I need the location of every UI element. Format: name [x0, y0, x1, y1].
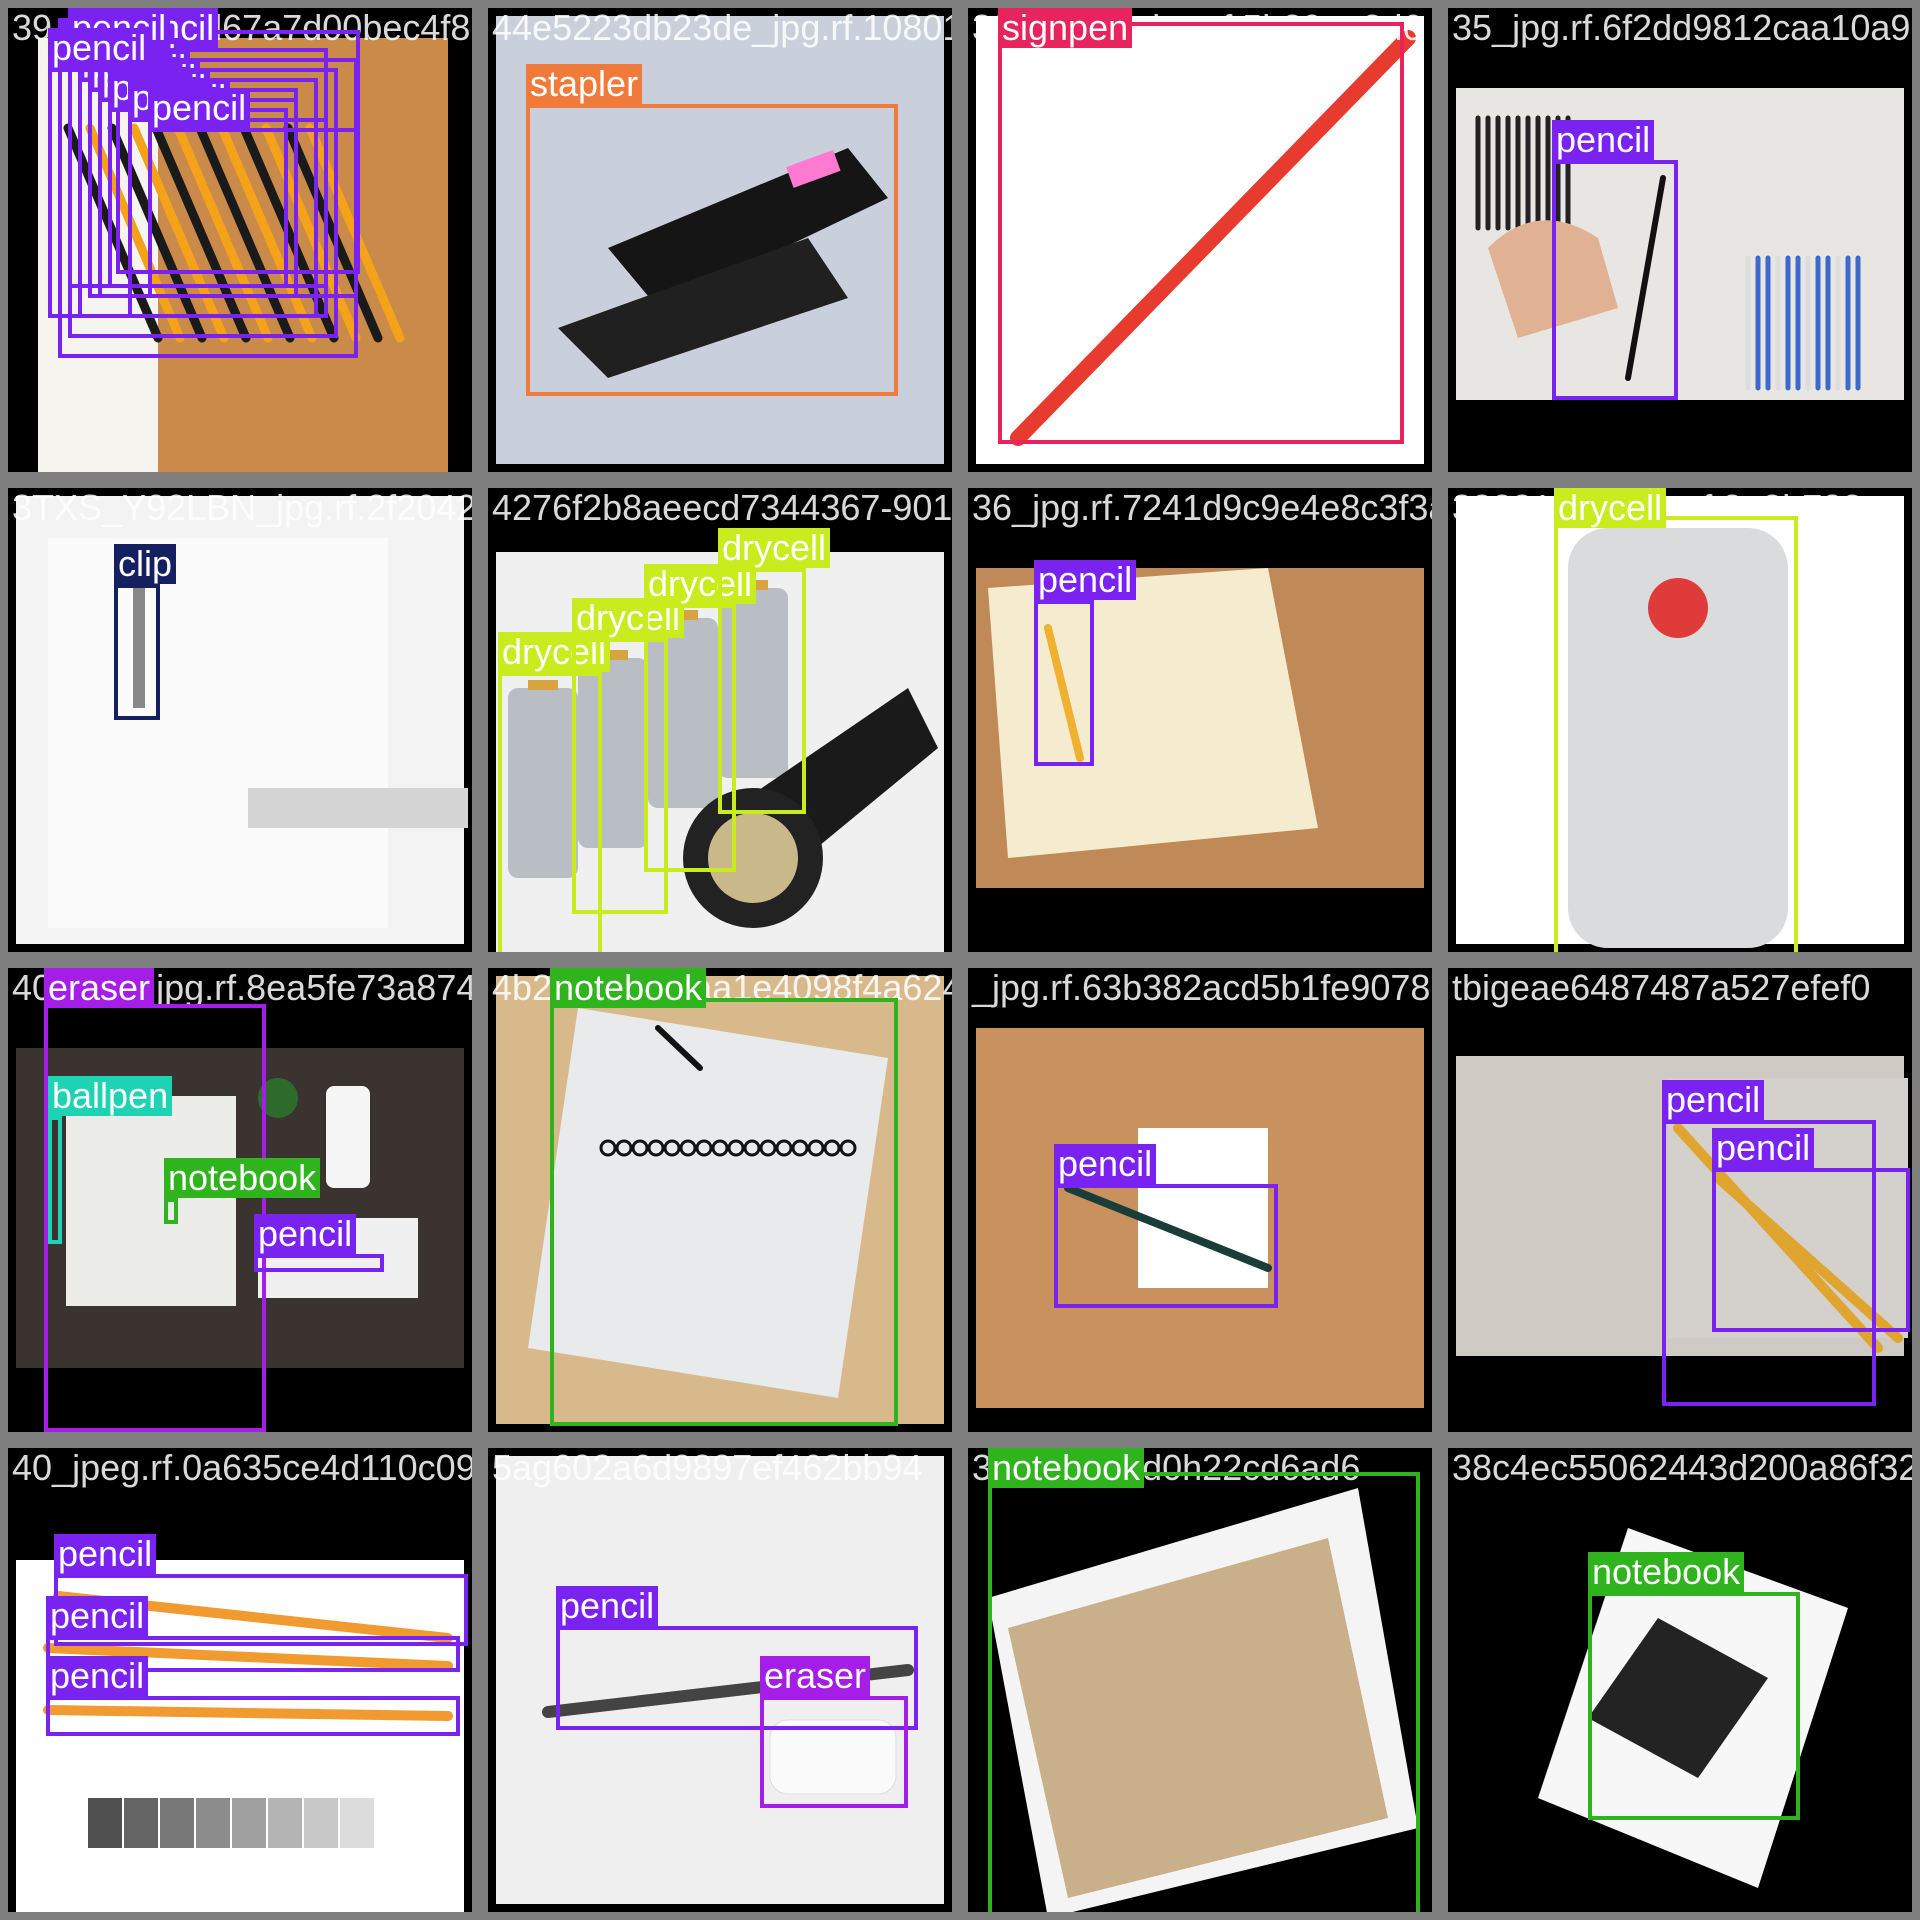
mosaic-tile: 3TXS_Y92LBN_jpg.rf.2f2042 clip: [8, 488, 472, 952]
mosaic-tile: 5ag602a6d9897ef462bb94 pencil eraser: [488, 1448, 952, 1912]
pencil-bounding-box: [1054, 1184, 1278, 1308]
signpen-class-label: signpen: [998, 8, 1133, 48]
watermark-bar: [248, 788, 468, 828]
notebook-class-label: notebook: [550, 968, 707, 1008]
pencil-bounding-box: [48, 68, 328, 318]
mosaic-tile: 35_jpg.rf.6f2dd9812caa10a9 pencil: [1448, 8, 1912, 472]
eraser-bounding-box: [44, 1004, 266, 1432]
grade-swatch: [88, 1798, 122, 1848]
pencil-bounding-box: [1034, 600, 1094, 766]
pencil-class-label: pencil: [1054, 1144, 1157, 1184]
eraser-bounding-box: [760, 1696, 908, 1808]
pencil-bounding-box: [46, 1696, 460, 1736]
signpen-bounding-box: [998, 22, 1404, 444]
mosaic-tile: 4276f2b8aeecd7344367-9014-43drycelldryce…: [488, 488, 952, 952]
pencil-class-label: pencil: [46, 1656, 149, 1696]
pencil-class-label: pencil: [48, 28, 151, 68]
drycell-bounding-box: [718, 568, 806, 814]
mosaic-tile: 38281d0b_jpg.rf.3e8b738drycell: [1448, 488, 1912, 952]
drycell-bounding-box: [1554, 516, 1798, 952]
pencil-class-label: pencil: [1034, 560, 1137, 600]
clip-bounding-box: [114, 584, 160, 720]
notebook-bounding-box: [164, 1198, 178, 1224]
drycell-class-label: drycell: [718, 528, 831, 568]
mosaic-tile: 44e5223db23de_jpg.rf.1080123bstapler: [488, 8, 952, 472]
grade-swatch: [232, 1798, 266, 1848]
mosaic-tile: 38c4ec55062443d200a86f32 notebook: [1448, 1448, 1912, 1912]
stapler-bounding-box: [526, 104, 898, 396]
notebook-class-label: notebook: [1588, 1552, 1745, 1592]
grade-swatch: [268, 1798, 302, 1848]
notebook-class-label: notebook: [164, 1158, 321, 1198]
pencil-class-label: pencil: [1552, 120, 1655, 160]
ballpen-bounding-box: [48, 1116, 62, 1244]
eraser-class-label: eraser: [44, 968, 155, 1008]
mosaic-tile: 36_jpg.rf.7241d9c9e4e8c3f3a6 pencil: [968, 488, 1432, 952]
pencil-class-label: pencil: [254, 1214, 357, 1254]
pencil-class-label: pencil: [54, 1534, 157, 1574]
grade-swatch: [160, 1798, 194, 1848]
pencil-bounding-box: [1552, 160, 1678, 400]
notebook-class-label: notebook: [988, 1448, 1145, 1488]
notebook-bounding-box: [988, 1472, 1420, 1912]
tile-photo: [1456, 88, 1904, 400]
pencil-class-label: pencil: [1712, 1128, 1815, 1168]
drycell-class-label: drycell: [1554, 488, 1667, 528]
notebook-bounding-box: [550, 998, 898, 1426]
ballpen-class-label: ballpen: [48, 1076, 173, 1116]
mosaic-tile: 39_jpg.rf.98d67a7d00bec4f8pencilpencilpe…: [8, 8, 472, 472]
grade-swatch: [304, 1798, 338, 1848]
mosaic-tile: 40T-00-_jpg.rf.8ea5fe73a87496 eraser ballp…: [8, 968, 472, 1432]
phone: [326, 1086, 370, 1188]
detection-mosaic: 39_jpg.rf.98d67a7d00bec4f8pencilpencilpe…: [0, 0, 1920, 1920]
mosaic-tile: 4b2906f06fdaa1e4098f4a624 notebook: [488, 968, 952, 1432]
mosaic-tile: 32949548_jpg.rf.5b29ea8d6 signpen: [968, 8, 1432, 472]
pencil-bounding-box: [1712, 1168, 1910, 1332]
mosaic-tile: 40_jpeg.rf.0a635ce4d110c09 pencil pencil pe…: [8, 1448, 472, 1912]
grade-swatch: [196, 1798, 230, 1848]
clip-class-label: clip: [114, 544, 177, 584]
pencil-class-label: pencil: [46, 1596, 149, 1636]
grade-swatch: [340, 1798, 374, 1848]
tile-photo: [16, 496, 468, 944]
paper-sheet: [48, 538, 388, 928]
grade-swatch: [124, 1798, 158, 1848]
mosaic-tile: tbigeae6487487a527efef0 pencil pencil: [1448, 968, 1912, 1432]
pencil-class-label: pencil: [556, 1586, 659, 1626]
stapler-class-label: stapler: [526, 64, 643, 104]
pencil-class-label: pencil: [1662, 1080, 1765, 1120]
pencil-bounding-box: [254, 1254, 384, 1272]
mosaic-tile: 33_jpg.rf.6d0h22cd6ad6 notebook: [968, 1448, 1432, 1912]
eraser-class-label: eraser: [760, 1656, 871, 1696]
mosaic-tile: _jpg.rf.63b382acd5b1fe9078 pencil: [968, 968, 1432, 1432]
notebook-bounding-box: [1588, 1592, 1800, 1820]
